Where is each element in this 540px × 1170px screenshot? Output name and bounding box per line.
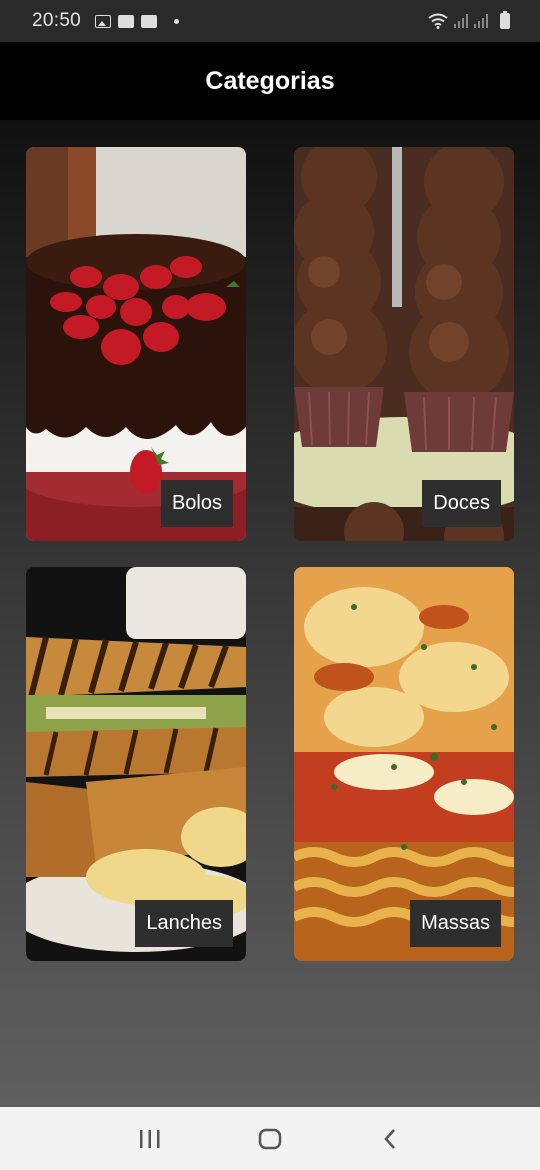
status-bar: 20:50 xyxy=(0,0,540,42)
category-grid: Bolos Doces Lanches Massas xyxy=(0,120,540,1107)
home-button[interactable] xyxy=(240,1114,300,1164)
category-label-bolos: Bolos xyxy=(160,480,233,527)
recent-apps-icon xyxy=(140,1129,160,1148)
voicemail-icon xyxy=(141,14,158,28)
category-label-doces: Doces xyxy=(422,480,501,527)
back-button[interactable] xyxy=(360,1114,420,1164)
status-time: 20:50 xyxy=(32,10,82,31)
dot-icon xyxy=(174,18,180,24)
category-card-massas[interactable]: Massas xyxy=(294,567,514,961)
category-card-lanches[interactable]: Lanches xyxy=(26,567,246,961)
wifi-icon xyxy=(428,13,448,29)
back-icon xyxy=(384,1128,395,1149)
signal-icon xyxy=(454,14,468,28)
signal-icon xyxy=(474,14,488,28)
category-card-doces[interactable]: Doces xyxy=(294,147,514,541)
app-bar: Categorias xyxy=(0,42,540,120)
battery-icon xyxy=(500,11,510,29)
category-label-lanches: Lanches xyxy=(135,900,233,947)
voicemail-icon xyxy=(118,14,135,28)
category-card-bolos[interactable]: Bolos xyxy=(26,147,246,541)
page-title: Categorias xyxy=(205,66,335,95)
system-icons xyxy=(428,11,510,29)
home-icon xyxy=(258,1128,282,1149)
recent-apps-button[interactable] xyxy=(120,1114,180,1164)
navigation-bar xyxy=(0,1107,540,1170)
notification-icons xyxy=(95,14,180,28)
category-label-massas: Massas xyxy=(410,900,501,947)
image-icon xyxy=(95,14,112,28)
